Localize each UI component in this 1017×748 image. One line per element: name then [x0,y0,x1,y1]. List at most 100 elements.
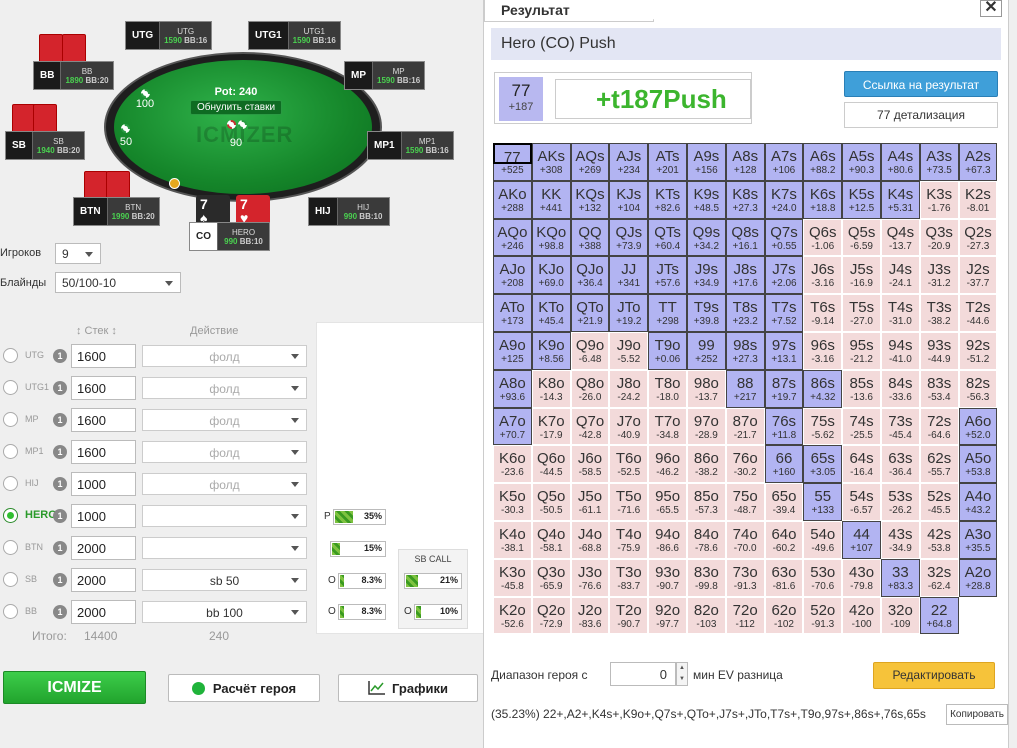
action-select[interactable]: фолд [142,441,307,463]
stack-input[interactable]: 2000 [71,568,136,592]
hand-cell[interactable]: 97o -28.9 [686,407,726,446]
edit-button[interactable]: Редактировать [873,662,995,689]
hand-cell[interactable]: K6o -23.6 [493,445,532,484]
hand-cell[interactable]: J3s -31.2 [919,256,959,295]
hand-cell[interactable]: 54s -6.57 [842,483,881,521]
action-select[interactable] [142,537,307,559]
hand-cell[interactable]: 88 +217 [725,369,765,408]
hand-cell[interactable]: 52o -91.3 [803,596,843,635]
hero-calc-button[interactable]: Расчёт героя [168,674,320,702]
hero-radio[interactable] [3,412,18,427]
hand-cell[interactable]: Q6s -1.06 [803,218,843,257]
hand-cell[interactable]: KK +441 [531,180,571,219]
hero-radio[interactable] [3,380,18,395]
hand-cell[interactable]: JTs +57.6 [648,256,687,295]
hand-cell[interactable]: 82o -103 [686,596,726,635]
hand-cell[interactable]: 32s -62.4 [919,558,959,597]
hand-cell[interactable]: A9s +156 [686,143,726,181]
hand-cell[interactable]: 52s -45.5 [919,483,959,521]
hand-cell[interactable]: K9o +8.56 [531,331,571,370]
hand-cell[interactable]: J8o -24.2 [609,369,649,408]
graphs-button[interactable]: Графики [338,674,478,702]
hand-cell[interactable]: T7o -34.8 [648,407,687,446]
seat-utg1[interactable]: UTG1 UTG1 1590 BB:16 [248,21,341,50]
action-select[interactable]: sb 50 [142,569,307,591]
hand-cell[interactable]: AKs +308 [531,143,571,181]
hand-cell[interactable]: 74o -70.0 [725,520,765,559]
hand-cell[interactable]: 92s -51.2 [958,331,998,370]
hand-cell[interactable]: 65s +3.05 [803,445,843,484]
hand-cell[interactable]: A7s +106 [764,143,804,181]
hand-cell[interactable]: T8o -18.0 [648,369,687,408]
hand-cell[interactable]: T9s +39.8 [686,294,726,332]
hand-cell[interactable]: 63s -36.4 [880,445,920,484]
hand-cell[interactable]: 83s -53.4 [919,369,959,408]
result-tab[interactable]: Результат [484,0,673,22]
hand-cell[interactable]: K6s +18.8 [803,180,843,219]
hand-cell[interactable]: K7s +24.0 [764,180,804,219]
hand-cell[interactable]: 84s -33.6 [880,369,920,408]
hand-cell[interactable]: 85o -57.3 [686,483,726,521]
hand-cell[interactable]: AJo +208 [493,256,532,295]
hand-cell[interactable]: 82s -56.3 [958,369,998,408]
hand-cell[interactable]: 72s -64.6 [919,407,959,446]
hand-cell[interactable]: ATo +173 [493,294,532,332]
stack-input[interactable]: 1600 [71,376,136,400]
hand-cell[interactable]: 53o -70.6 [803,558,843,597]
hand-cell[interactable]: 43o -79.8 [842,558,881,597]
hand-cell[interactable]: 33 +83.3 [880,558,920,597]
seat-mp1[interactable]: MP1 MP1 1590 BB:16 [367,131,454,160]
seat-bb[interactable]: BB BB 1890 BB:20 [33,61,114,90]
seat-btn[interactable]: BTN BTN 1990 BB:20 [73,197,160,226]
hand-cell[interactable]: Q9o -6.48 [570,331,610,370]
hand-cell[interactable]: T8s +23.2 [725,294,765,332]
hand-cell[interactable]: 96s -3.16 [803,331,843,370]
hand-cell[interactable]: J2o -83.6 [570,596,610,635]
stack-input[interactable]: 2000 [71,536,136,560]
hand-cell[interactable]: 73o -91.3 [725,558,765,597]
hand-cell[interactable]: A6s +88.2 [803,143,843,181]
hand-cell[interactable]: J5o -61.1 [570,483,610,521]
hand-cell[interactable]: T2o -90.7 [609,596,649,635]
hand-cell[interactable]: T4s -31.0 [880,294,920,332]
hand-cell[interactable]: 92o -97.7 [648,596,687,635]
hand-cell[interactable]: A8s +128 [725,143,765,181]
hero-radio[interactable] [3,508,18,523]
action-select[interactable]: фолд [142,345,307,367]
hero-radio[interactable] [3,540,18,555]
hand-cell[interactable]: 98o -13.7 [686,369,726,408]
hand-cell[interactable]: 76s +11.8 [764,407,804,446]
min-ev-input[interactable]: 0 [610,662,676,686]
hand-cell[interactable]: K5s +12.5 [842,180,881,219]
hand-cell[interactable]: K2s -8.01 [958,180,998,219]
hand-cell[interactable]: QTs +60.4 [648,218,687,257]
hand-cell[interactable]: T9o +0.06 [648,331,687,370]
hand-cell[interactable]: 97s +13.1 [764,331,804,370]
hand-cell[interactable]: 87o -21.7 [725,407,765,446]
hand-cell[interactable]: A9o +125 [493,331,532,370]
action-select[interactable] [142,505,307,527]
hand-cell[interactable]: T2s -44.6 [958,294,998,332]
hero-radio[interactable] [3,444,18,459]
hand-cell[interactable]: KJo +69.0 [531,256,571,295]
hand-cell[interactable]: KTs +82.6 [648,180,687,219]
result-link-button[interactable]: Ссылка на результат [844,71,998,97]
hand-cell[interactable]: J6s -3.16 [803,256,843,295]
hand-cell[interactable]: Q3o -65.9 [531,558,571,597]
hand-cell[interactable]: J3o -76.6 [570,558,610,597]
action-select[interactable]: фолд [142,473,307,495]
blinds-select[interactable]: 50/100-10 [55,272,181,293]
hand-cell[interactable]: 86o -38.2 [686,445,726,484]
hand-cell[interactable]: AQs +269 [570,143,610,181]
hand-cell[interactable]: K7o -17.9 [531,407,571,446]
hand-cell[interactable]: TT +298 [648,294,687,332]
hand-cell[interactable]: KQo +98.8 [531,218,571,257]
hand-cell[interactable]: T3s -38.2 [919,294,959,332]
hand-cell[interactable]: AJs +234 [609,143,649,181]
hand-cell[interactable]: 99 +252 [686,331,726,370]
hand-cell[interactable]: T3o -83.7 [609,558,649,597]
hand-cell[interactable]: Q9s +34.2 [686,218,726,257]
hand-cell[interactable]: Q4o -58.1 [531,520,571,559]
stack-column-header[interactable]: ↕ Стек ↕ [76,325,117,337]
hand-cell[interactable]: J9s +34.9 [686,256,726,295]
